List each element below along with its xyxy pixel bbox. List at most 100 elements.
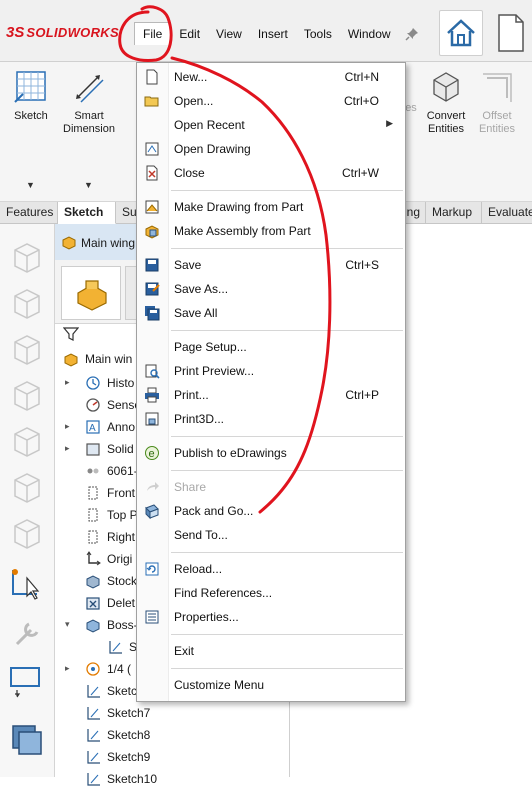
menu-insert[interactable]: Insert — [250, 23, 296, 45]
menu-item-publish-to-edrawings[interactable]: e Publish to eDrawings — [137, 441, 405, 465]
display-style-icon[interactable] — [7, 720, 45, 758]
menu-item-exit[interactable]: Exit — [137, 639, 405, 663]
menu-separator — [171, 668, 403, 669]
tab-markup[interactable]: Markup — [426, 202, 482, 224]
expand-chevron-icon[interactable]: ▾ — [65, 619, 70, 630]
feature-manager-tab[interactable] — [61, 266, 121, 320]
smart-dimension-button[interactable]: Smart Dimension — [58, 68, 120, 136]
pin-icon[interactable] — [405, 27, 419, 41]
pattern-icon — [86, 662, 100, 676]
rectangle-select-icon[interactable] — [7, 662, 45, 700]
tree-row[interactable]: Sketch10 — [55, 768, 290, 790]
menu-item-open[interactable]: Open... Ctrl+O — [137, 89, 405, 113]
convert-entities-button[interactable]: Convert Entities — [420, 68, 472, 136]
menu-item-send-to[interactable]: Send To... — [137, 523, 405, 547]
menu-item-close[interactable]: Close Ctrl+W — [137, 161, 405, 185]
menu-item-find-references[interactable]: Find References... — [137, 581, 405, 605]
menu-item-new[interactable]: New... Ctrl+N — [137, 65, 405, 89]
view-back-icon[interactable] — [7, 284, 45, 322]
menu-item-share[interactable]: Share — [137, 475, 405, 499]
menu-item-pack-and-go[interactable]: Pack and Go... — [137, 499, 405, 523]
share-icon — [147, 482, 159, 491]
menu-item-make-assembly-from-part[interactable]: Make Assembly from Part — [137, 219, 405, 243]
boss-extrude-icon — [86, 619, 100, 633]
menu-item-open-recent[interactable]: Open Recent ▶ — [137, 113, 405, 137]
sketch-icon — [109, 641, 122, 654]
sketch-dropdown-arrow[interactable]: ▼ — [26, 180, 35, 190]
tree-row-label: 1/4 ( — [107, 662, 132, 676]
dimension-dropdown-arrow[interactable]: ▼ — [84, 180, 93, 190]
tree-row[interactable]: Sketch7 — [55, 702, 290, 724]
menu-item-save-all[interactable]: Save All — [137, 301, 405, 325]
menu-file[interactable]: File — [134, 22, 172, 45]
view-left-icon[interactable] — [7, 330, 45, 368]
menu-item-print3d[interactable]: Print3D... — [137, 407, 405, 431]
menu-item-properties[interactable]: Properties... — [137, 605, 405, 629]
feature-tree-icon — [77, 280, 107, 311]
tree-row[interactable]: Sketch9 — [55, 746, 290, 768]
part-icon — [62, 236, 76, 250]
sensor-icon — [86, 398, 100, 412]
menu-item-make-drawing-from-part[interactable]: Make Drawing from Part — [137, 195, 405, 219]
menu-item-label: Pack and Go... — [174, 504, 254, 518]
tab-sketch[interactable]: Sketch — [58, 202, 116, 224]
tab-surfaces[interactable]: Su — [116, 202, 138, 224]
expand-chevron-icon[interactable]: ▸ — [65, 377, 70, 388]
open-drawing-icon — [145, 142, 159, 156]
menu-item-reload[interactable]: Reload... — [137, 557, 405, 581]
menu-item-save-as[interactable]: Save As... — [137, 277, 405, 301]
convert-entities-label: Convert Entities — [426, 110, 466, 135]
menu-view[interactable]: View — [208, 23, 250, 45]
offset-entities-button[interactable]: Offset Entities — [474, 68, 520, 136]
view-isometric-icon[interactable] — [7, 514, 45, 552]
menu-item-open-drawing[interactable]: Open Drawing — [137, 137, 405, 161]
tree-row-label: Top P — [107, 508, 138, 522]
menu-item-label: Send To... — [174, 528, 228, 542]
view-bottom-icon[interactable] — [7, 468, 45, 506]
expand-chevron-icon[interactable]: ▸ — [65, 443, 70, 454]
sketch-cursor-icon[interactable] — [7, 564, 45, 602]
sketch-icon — [87, 707, 100, 720]
plane-icon — [88, 486, 98, 500]
view-top-icon[interactable] — [7, 422, 45, 460]
menu-item-label: Exit — [174, 644, 195, 658]
tree-row[interactable]: Sketch8 — [55, 724, 290, 746]
feature-manager-title: Main wing — [81, 236, 136, 250]
menu-item-print-preview[interactable]: Print Preview... — [137, 359, 405, 383]
menu-item-label: Open Recent — [174, 118, 245, 132]
solidworks-logo[interactable]: 3S SOLIDWORKS — [6, 21, 119, 43]
menu-item-customize-menu[interactable]: Customize Menu — [137, 673, 405, 697]
menu-item-shortcut: Ctrl+N — [344, 70, 379, 84]
menu-item-label: Publish to eDrawings — [174, 446, 287, 460]
menu-item-print[interactable]: Print... Ctrl+P — [137, 383, 405, 407]
menu-edit[interactable]: Edit — [171, 23, 208, 45]
menu-item-label: Print Preview... — [174, 364, 255, 378]
tab-features[interactable]: Features — [0, 202, 58, 224]
home-button[interactable] — [439, 10, 483, 56]
view-right-icon[interactable] — [7, 376, 45, 414]
filter-icon[interactable] — [63, 326, 79, 342]
menu-separator — [171, 248, 403, 249]
offset-entities-icon — [483, 73, 512, 102]
sketch-icon — [87, 685, 100, 698]
menu-item-label: Open... — [174, 94, 214, 108]
menu-item-page-setup[interactable]: Page Setup... — [137, 335, 405, 359]
view-front-icon[interactable] — [7, 238, 45, 276]
menu-item-label: Properties... — [174, 610, 239, 624]
sketch-icon — [87, 773, 100, 786]
annotations-icon: A — [86, 420, 100, 434]
new-document-button[interactable] — [492, 10, 530, 56]
expand-chevron-icon[interactable]: ▸ — [65, 421, 70, 432]
print-icon — [145, 387, 159, 403]
tab-evaluate[interactable]: Evaluate — [482, 202, 532, 224]
document-icon — [498, 14, 524, 52]
menu-separator — [171, 190, 403, 191]
sketch-tool-button[interactable]: Sketch — [8, 68, 54, 123]
menu-tools[interactable]: Tools — [296, 23, 340, 45]
menu-window[interactable]: Window — [340, 23, 399, 45]
menu-item-shortcut: Ctrl+O — [343, 94, 379, 108]
menu-item-save[interactable]: Save Ctrl+S — [137, 253, 405, 277]
wrench-icon[interactable] — [7, 614, 45, 652]
open-folder-icon — [144, 96, 159, 107]
expand-chevron-icon[interactable]: ▸ — [65, 663, 70, 674]
